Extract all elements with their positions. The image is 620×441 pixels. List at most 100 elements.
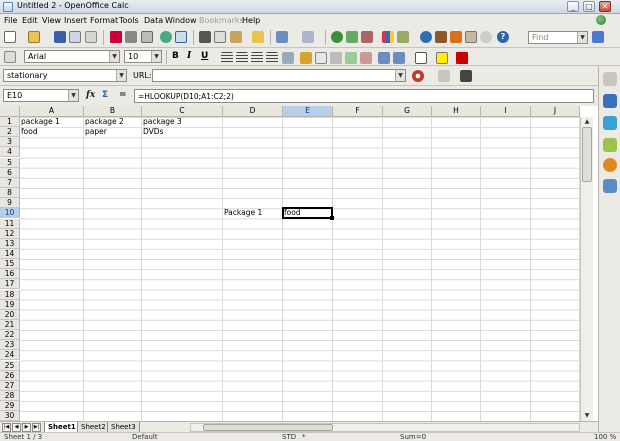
zoom-icon[interactable] [480, 31, 492, 43]
next-sheet-button[interactable]: ▶ [22, 423, 31, 432]
borders-icon[interactable] [415, 52, 427, 64]
row-header-6[interactable]: 6 [0, 167, 20, 178]
row-header-1[interactable]: 1 [0, 117, 20, 127]
autospellcheck-icon[interactable] [175, 31, 187, 43]
delete-decimal-icon[interactable] [360, 52, 372, 64]
clone-formatting-icon[interactable] [252, 31, 264, 43]
row-header-5[interactable]: 5 [0, 157, 20, 168]
row-header-30[interactable]: 30 [0, 411, 20, 421]
cell-b1[interactable]: package 2 [84, 117, 142, 127]
function-button[interactable]: = [119, 90, 127, 100]
hyperlink-icon[interactable] [331, 31, 343, 43]
standard-format-icon[interactable] [330, 52, 342, 64]
column-header-i[interactable]: I [481, 106, 531, 117]
print-preview-icon[interactable] [141, 31, 153, 43]
menu-edit[interactable]: Edit [22, 16, 38, 25]
row-header-28[interactable]: 28 [0, 391, 20, 402]
sidebar-styles-icon[interactable] [603, 116, 617, 130]
help-agent-icon[interactable] [465, 31, 477, 43]
spreadsheet-grid[interactable]: ABCDEFGHIJ 1 2 3 4 5 6 7 8 9 10 11 12 13 14 15 16 17 18 19… [0, 106, 598, 421]
sidebar-functions-icon[interactable] [603, 179, 617, 193]
row-header-16[interactable]: 16 [0, 269, 20, 280]
hyperlink-name-dropdown-arrow[interactable]: ▼ [116, 70, 126, 81]
row-header-19[interactable]: 19 [0, 299, 20, 310]
save-icon[interactable] [54, 31, 66, 43]
hyperlink-target-icon[interactable] [412, 70, 424, 82]
increase-indent-icon[interactable] [393, 52, 405, 64]
sort-ascending-icon[interactable] [346, 31, 358, 43]
menu-insert[interactable]: Insert [64, 16, 87, 25]
vertical-scrollbar[interactable]: ▲ ▼ [580, 117, 593, 421]
sum-display[interactable]: Sum=0 [400, 433, 426, 441]
url-input[interactable]: ▼ [152, 69, 406, 82]
edit-file-icon[interactable] [85, 31, 97, 43]
background-color-icon[interactable] [436, 52, 448, 64]
align-right-icon[interactable] [251, 52, 263, 64]
navigator-icon[interactable] [420, 31, 432, 43]
cell-c1[interactable]: package 3 [142, 117, 223, 127]
row-header-20[interactable]: 20 [0, 309, 20, 320]
function-wizard-button[interactable]: fx [86, 90, 95, 100]
spellcheck-icon[interactable] [160, 31, 172, 43]
find-dropdown-arrow[interactable]: ▼ [577, 32, 587, 43]
sum-button[interactable]: Σ [102, 90, 108, 100]
extension-update-icon[interactable] [596, 15, 606, 25]
print-icon[interactable] [125, 31, 137, 43]
cell-c2[interactable]: DVDs [142, 127, 223, 137]
sidebar-gallery-icon[interactable] [603, 138, 617, 152]
email-document-icon[interactable] [69, 31, 81, 43]
undo-icon[interactable] [276, 31, 288, 43]
row-header-22[interactable]: 22 [0, 330, 20, 341]
restore-button[interactable]: □ [583, 1, 595, 12]
minimize-button[interactable]: _ [567, 1, 579, 12]
column-header-f[interactable]: F [333, 106, 383, 117]
align-left-icon[interactable] [221, 52, 233, 64]
sidebar-properties-icon[interactable] [603, 94, 617, 108]
cell-b2[interactable]: paper [84, 127, 142, 137]
row-header-26[interactable]: 26 [0, 370, 20, 381]
row-header-17[interactable]: 17 [0, 279, 20, 290]
hyperlink-name-box[interactable]: stationary ▼ [3, 69, 127, 82]
column-header-g[interactable]: G [383, 106, 432, 117]
row-header-7[interactable]: 7 [0, 177, 20, 188]
percent-format-icon[interactable] [315, 52, 327, 64]
font-size-dropdown-arrow[interactable]: ▼ [151, 51, 161, 62]
select-all-corner[interactable] [0, 106, 20, 117]
row-header-13[interactable]: 13 [0, 238, 20, 249]
sort-descending-icon[interactable] [361, 31, 373, 43]
name-box[interactable]: E10 ▼ [3, 89, 79, 102]
cell-area[interactable] [20, 117, 580, 421]
merge-cells-icon[interactable] [282, 52, 294, 64]
sidebar-navigator-icon[interactable] [603, 158, 617, 172]
row-header-3[interactable]: 3 [0, 137, 20, 148]
row-header-25[interactable]: 25 [0, 360, 20, 371]
row-header-24[interactable]: 24 [0, 350, 20, 361]
currency-format-icon[interactable] [300, 52, 312, 64]
zoom-level[interactable]: 100 % [594, 433, 616, 441]
row-header-15[interactable]: 15 [0, 259, 20, 270]
scroll-down-arrow[interactable]: ▼ [582, 411, 592, 420]
last-sheet-button[interactable]: ▶| [32, 423, 41, 432]
gallery-icon[interactable] [435, 31, 447, 43]
sidebar-menu-icon[interactable] [603, 72, 617, 86]
find-input[interactable]: Find ▼ [528, 31, 588, 44]
font-name-dropdown-arrow[interactable]: ▼ [109, 51, 119, 62]
font-name-box[interactable]: Arial ▼ [24, 50, 120, 63]
menu-tools[interactable]: Tools [119, 16, 139, 25]
name-box-dropdown-arrow[interactable]: ▼ [68, 90, 78, 101]
row-header-4[interactable]: 4 [0, 147, 20, 158]
vertical-scroll-thumb[interactable] [582, 127, 592, 182]
italic-button[interactable]: I [187, 51, 191, 61]
row-header-27[interactable]: 27 [0, 380, 20, 391]
column-header-j[interactable]: J [531, 106, 580, 117]
help-icon[interactable]: ? [497, 31, 509, 43]
cell-a1[interactable]: package 1 [20, 117, 84, 127]
font-color-icon[interactable] [456, 52, 468, 64]
row-header-9[interactable]: 9 [0, 198, 20, 209]
data-sources-icon[interactable] [450, 31, 462, 43]
bold-button[interactable]: B [172, 51, 179, 61]
chart-icon[interactable] [382, 31, 394, 43]
new-document-icon[interactable] [4, 31, 16, 43]
row-header-23[interactable]: 23 [0, 340, 20, 351]
styles-formatting-icon[interactable] [4, 51, 16, 63]
